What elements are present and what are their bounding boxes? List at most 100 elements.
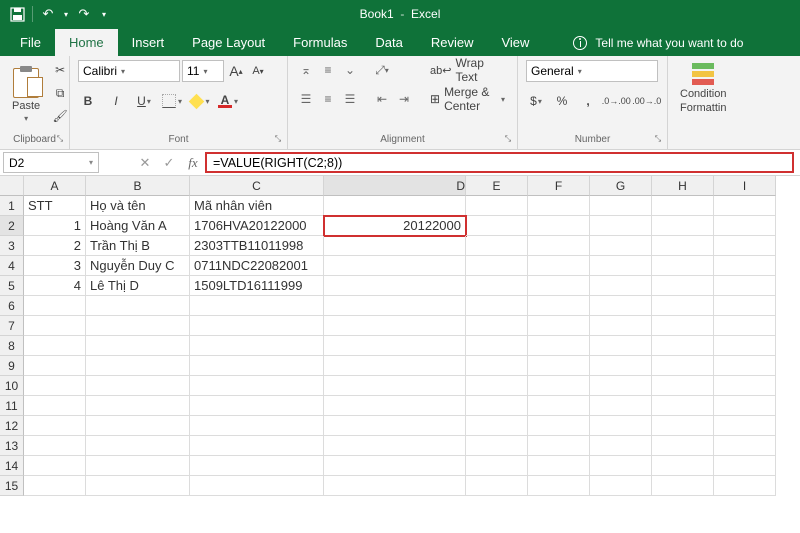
row-header-9[interactable]: 9 xyxy=(0,356,24,376)
cell-D11[interactable] xyxy=(324,396,466,416)
cell-E13[interactable] xyxy=(466,436,528,456)
cell-E7[interactable] xyxy=(466,316,528,336)
cell-E11[interactable] xyxy=(466,396,528,416)
cell-H10[interactable] xyxy=(652,376,714,396)
row-header-10[interactable]: 10 xyxy=(0,376,24,396)
cell-B6[interactable] xyxy=(86,296,190,316)
cell-A11[interactable] xyxy=(24,396,86,416)
cell-F10[interactable] xyxy=(528,376,590,396)
cell-A14[interactable] xyxy=(24,456,86,476)
cell-F6[interactable] xyxy=(528,296,590,316)
cell-E10[interactable] xyxy=(466,376,528,396)
cell-I5[interactable] xyxy=(714,276,776,296)
align-middle-button[interactable]: ≡ xyxy=(318,60,338,80)
cut-button[interactable]: ✂ xyxy=(50,60,70,80)
tab-formulas[interactable]: Formulas xyxy=(279,29,361,56)
cell-B8[interactable] xyxy=(86,336,190,356)
cell-E3[interactable] xyxy=(466,236,528,256)
tab-insert[interactable]: Insert xyxy=(118,29,179,56)
row-header-5[interactable]: 5 xyxy=(0,276,24,296)
align-bottom-button[interactable]: ⌄ xyxy=(340,60,360,80)
cell-F15[interactable] xyxy=(528,476,590,496)
cell-G13[interactable] xyxy=(590,436,652,456)
cell-F7[interactable] xyxy=(528,316,590,336)
column-header-A[interactable]: A xyxy=(24,176,86,196)
cell-C13[interactable] xyxy=(190,436,324,456)
cell-D9[interactable] xyxy=(324,356,466,376)
fx-button[interactable]: fx xyxy=(181,152,205,173)
align-center-button[interactable]: ≡ xyxy=(318,89,338,109)
cell-A2[interactable]: 1 xyxy=(24,216,86,236)
font-color-button[interactable]: A ▾ xyxy=(218,91,238,111)
number-format-dropdown[interactable]: General▾ xyxy=(526,60,658,82)
cell-C12[interactable] xyxy=(190,416,324,436)
cell-H15[interactable] xyxy=(652,476,714,496)
cell-H3[interactable] xyxy=(652,236,714,256)
cell-E12[interactable] xyxy=(466,416,528,436)
font-expand[interactable]: ⤡ xyxy=(272,134,284,146)
cell-H12[interactable] xyxy=(652,416,714,436)
border-button[interactable]: ▾ xyxy=(162,91,182,111)
percent-button[interactable]: % xyxy=(552,91,572,111)
cell-A7[interactable] xyxy=(24,316,86,336)
comma-button[interactable]: , xyxy=(578,91,598,111)
cell-B4[interactable]: Nguyễn Duy C xyxy=(86,256,190,276)
decrease-decimal-button[interactable]: .00→.0 xyxy=(635,91,660,111)
select-all-corner[interactable] xyxy=(0,176,24,196)
cell-G14[interactable] xyxy=(590,456,652,476)
cell-B7[interactable] xyxy=(86,316,190,336)
row-header-14[interactable]: 14 xyxy=(0,456,24,476)
cell-A1[interactable]: STT xyxy=(24,196,86,216)
row-header-12[interactable]: 12 xyxy=(0,416,24,436)
cell-F13[interactable] xyxy=(528,436,590,456)
qat-customize[interactable]: ▾ xyxy=(97,3,111,25)
column-header-B[interactable]: B xyxy=(86,176,190,196)
cell-F5[interactable] xyxy=(528,276,590,296)
cell-E5[interactable] xyxy=(466,276,528,296)
conditional-formatting-button[interactable]: Condition Formattin xyxy=(676,60,730,116)
cell-F3[interactable] xyxy=(528,236,590,256)
cell-I1[interactable] xyxy=(714,196,776,216)
row-header-7[interactable]: 7 xyxy=(0,316,24,336)
number-expand[interactable]: ⤡ xyxy=(652,134,664,146)
cell-E9[interactable] xyxy=(466,356,528,376)
cell-I9[interactable] xyxy=(714,356,776,376)
cell-A10[interactable] xyxy=(24,376,86,396)
decrease-indent-button[interactable]: ⇤ xyxy=(372,89,392,109)
cell-G12[interactable] xyxy=(590,416,652,436)
cell-A4[interactable]: 3 xyxy=(24,256,86,276)
paste-button[interactable]: Paste ▾ xyxy=(8,60,44,130)
cell-G6[interactable] xyxy=(590,296,652,316)
cell-D10[interactable] xyxy=(324,376,466,396)
cell-G5[interactable] xyxy=(590,276,652,296)
save-button[interactable] xyxy=(6,3,28,25)
cell-C3[interactable]: 2303TTB11011998 xyxy=(190,236,324,256)
cell-H9[interactable] xyxy=(652,356,714,376)
cell-E2[interactable] xyxy=(466,216,528,236)
increase-indent-button[interactable]: ⇥ xyxy=(394,89,414,109)
cell-I3[interactable] xyxy=(714,236,776,256)
column-header-E[interactable]: E xyxy=(466,176,528,196)
cell-D2[interactable]: 20122000 xyxy=(324,216,466,236)
cell-C11[interactable] xyxy=(190,396,324,416)
cell-I7[interactable] xyxy=(714,316,776,336)
cell-I2[interactable] xyxy=(714,216,776,236)
cell-A12[interactable] xyxy=(24,416,86,436)
cell-G7[interactable] xyxy=(590,316,652,336)
cell-I10[interactable] xyxy=(714,376,776,396)
cell-C9[interactable] xyxy=(190,356,324,376)
name-box[interactable]: D2 ▾ xyxy=(3,152,99,173)
underline-button[interactable]: U▾ xyxy=(134,91,154,111)
cell-E15[interactable] xyxy=(466,476,528,496)
cell-D6[interactable] xyxy=(324,296,466,316)
cell-A13[interactable] xyxy=(24,436,86,456)
cancel-button[interactable]: ✕ xyxy=(133,152,157,173)
tell-me[interactable]: Tell me what you want to do xyxy=(563,30,753,56)
cell-B5[interactable]: Lê Thị D xyxy=(86,276,190,296)
cell-E8[interactable] xyxy=(466,336,528,356)
cell-F4[interactable] xyxy=(528,256,590,276)
undo-dropdown[interactable]: ▾ xyxy=(61,3,71,25)
row-header-1[interactable]: 1 xyxy=(0,196,24,216)
redo-button[interactable]: ↷ xyxy=(73,3,95,25)
cell-A5[interactable]: 4 xyxy=(24,276,86,296)
